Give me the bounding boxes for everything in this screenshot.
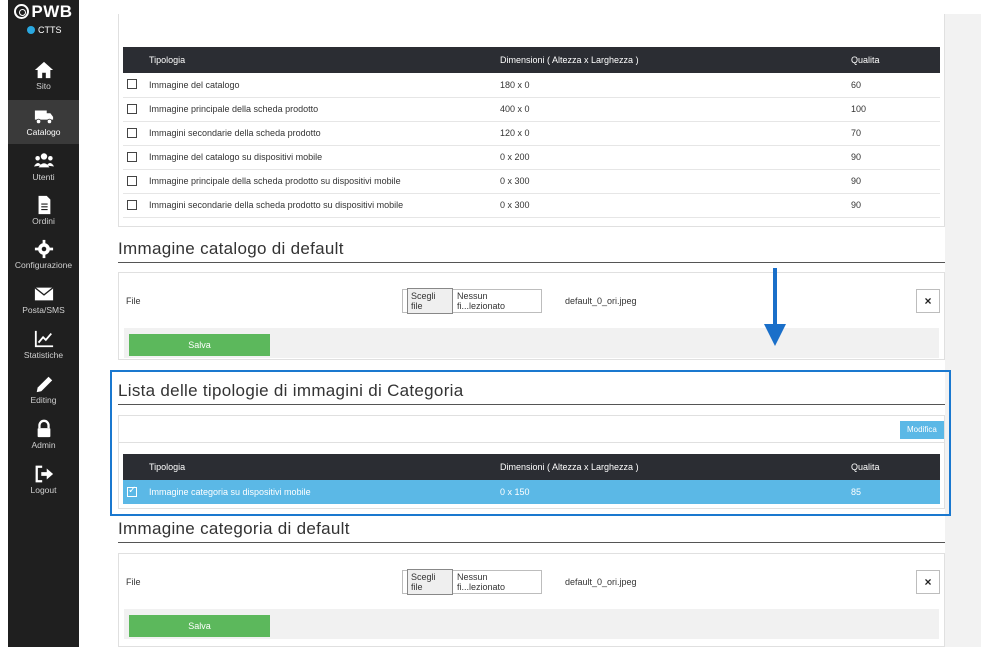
row-checkbox[interactable] [127,175,137,186]
environment-indicator: CTTS [27,25,62,35]
pencil-icon [36,376,52,393]
page-gutter [945,14,981,647]
cell-dimensioni: 0 x 300 [496,193,847,218]
environment-label: CTTS [38,25,62,35]
sidebar-item-label: Catalogo [26,127,61,137]
cell-qualita: 90 [847,145,940,170]
brand-logo[interactable]: PWB [8,2,79,22]
section-divider [118,262,945,263]
cell-tipologia: Immagine principale della scheda prodott… [145,169,496,194]
select-column-header [123,47,145,73]
sidebar-item-ordini[interactable]: Ordini [8,189,79,233]
envelope-icon [33,287,54,301]
cell-dimensioni: 0 x 300 [496,169,847,194]
product-image-types-table: Tipologia Dimensioni ( Altezza x Larghez… [123,47,940,218]
save-button[interactable]: Salva [129,615,270,637]
current-file-name: default_0_ori.jpeg [565,577,637,587]
choose-file-button[interactable]: Scegli file [407,288,454,314]
sidebar-item-admin[interactable]: Admin [8,413,79,457]
cell-qualita: 70 [847,121,940,146]
sidebar: PWB CTTS Sito Catalogo Utenti Ordini Con… [8,0,79,647]
truck-icon [34,110,53,125]
sidebar-item-label: Statistiche [23,350,64,360]
cell-tipologia: Immagini secondarie della scheda prodott… [145,121,496,146]
annotation-arrow-icon [764,268,786,346]
cell-qualita: 100 [847,97,940,122]
sidebar-item-sito[interactable]: Sito [8,54,79,98]
table-row[interactable]: Immagine principale della scheda prodott… [123,97,940,122]
chart-icon [34,330,53,348]
cell-qualita: 90 [847,169,940,194]
save-button[interactable]: Salva [129,334,270,356]
sidebar-item-label: Logout [30,485,57,495]
cell-tipologia: Immagine del catalogo su dispositivi mob… [145,145,496,170]
remove-file-button[interactable]: × [916,289,940,313]
sidebar-item-label: Sito [36,81,51,91]
sidebar-item-configurazione[interactable]: Configurazione [8,233,79,277]
cell-tipologia: Immagini secondarie della scheda prodott… [145,193,496,218]
section-title-catalog-default: Immagine catalogo di default [118,239,344,258]
sidebar-item-label: Posta/SMS [22,305,65,315]
table-row[interactable]: Immagini secondarie della scheda prodott… [123,121,940,146]
users-icon [33,153,54,168]
logout-icon [35,465,53,483]
sidebar-item-utenti[interactable]: Utenti [8,145,79,189]
top-panel-header [118,14,945,38]
table-row[interactable]: Immagine del catalogo su dispositivi mob… [123,145,940,170]
sidebar-item-label: Ordini [32,216,55,226]
current-file-name: default_0_ori.jpeg [565,296,637,306]
row-checkbox[interactable] [127,151,137,162]
cell-dimensioni: 0 x 200 [496,145,847,170]
brand-name: PWB [31,2,73,21]
row-checkbox[interactable] [127,103,137,114]
no-file-selected-text: Nessun fi...lezionato [457,291,506,311]
choose-file-button[interactable]: Scegli file [407,569,454,595]
cell-dimensioni: 400 x 0 [496,97,847,122]
home-icon [34,61,53,79]
sidebar-item-posta-sms[interactable]: Posta/SMS [8,278,79,322]
sidebar-item-statistiche[interactable]: Statistiche [8,323,79,367]
file-input[interactable]: Scegli file Nessun fi...lezionato [402,288,542,314]
document-icon [38,195,50,215]
column-header-tipologia: Tipologia [145,47,496,73]
row-checkbox[interactable] [127,199,137,210]
cell-dimensioni: 120 x 0 [496,121,847,146]
column-header-qualita: Qualita [847,47,940,73]
lock-icon [37,419,50,438]
file-input[interactable]: Scegli file Nessun fi...lezionato [402,569,542,595]
cell-tipologia: Immagine del catalogo [145,73,496,98]
logo-mark-icon [14,4,30,19]
cell-qualita: 60 [847,73,940,98]
sidebar-item-label: Utenti [32,172,55,182]
file-label: File [126,577,141,587]
table-row[interactable]: Immagini secondarie della scheda prodott… [123,193,940,218]
sidebar-item-logout[interactable]: Logout [8,458,79,502]
sidebar-item-label: Admin [31,440,56,450]
table-header-row: Tipologia Dimensioni ( Altezza x Larghez… [123,47,940,73]
sidebar-item-label: Editing [30,395,57,405]
gear-icon [34,239,53,259]
sidebar-item-label: Configurazione [14,260,73,270]
cell-dimensioni: 180 x 0 [496,73,847,98]
column-header-dimensioni: Dimensioni ( Altezza x Larghezza ) [496,47,847,73]
remove-file-button[interactable]: × [916,570,940,594]
file-label: File [126,296,141,306]
cell-tipologia: Immagine principale della scheda prodott… [145,97,496,122]
section-title-category-default: Immagine categoria di default [118,519,350,538]
section-divider [118,542,945,543]
row-checkbox[interactable] [127,79,137,90]
sidebar-item-catalogo[interactable]: Catalogo [8,100,79,144]
cell-qualita: 90 [847,193,940,218]
table-row[interactable]: Immagine del catalogo 180 x 0 60 [123,73,940,98]
sidebar-item-editing[interactable]: Editing [8,368,79,412]
row-checkbox[interactable] [127,127,137,138]
table-row[interactable]: Immagine principale della scheda prodott… [123,169,940,194]
status-dot-icon [27,26,35,34]
highlight-box [110,370,951,516]
product-image-types-panel: Tipologia Dimensioni ( Altezza x Larghez… [118,37,945,227]
no-file-selected-text: Nessun fi...lezionato [457,572,506,592]
